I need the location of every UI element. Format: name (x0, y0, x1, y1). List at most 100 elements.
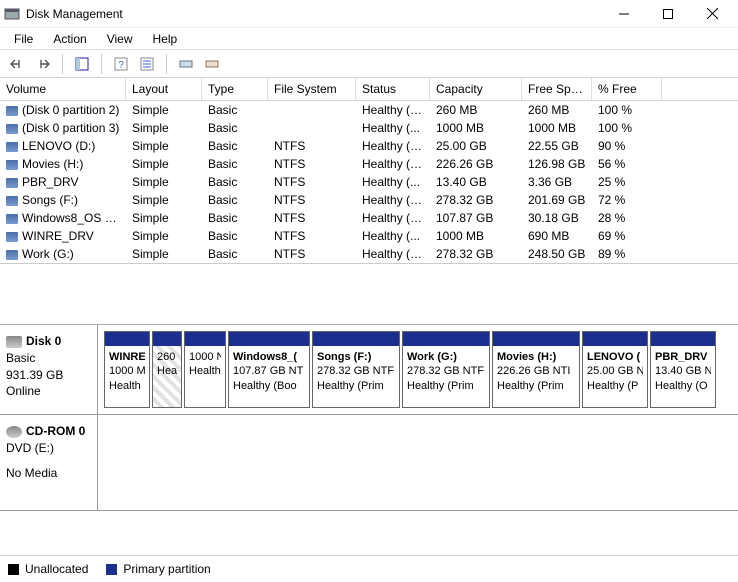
nav-back-button[interactable] (6, 53, 28, 75)
toolbar-action1-button[interactable] (175, 53, 197, 75)
volume-pfree: 89 % (592, 246, 662, 262)
svg-text:?: ? (118, 60, 124, 71)
legend-swatch-black (8, 564, 19, 575)
menu-view[interactable]: View (97, 30, 143, 48)
close-button[interactable] (690, 0, 734, 28)
toolbar-help-button[interactable]: ? (110, 53, 132, 75)
partition-size: 278.32 GB NTF (407, 364, 485, 378)
disk0-size: 931.39 GB (6, 367, 91, 384)
title-bar: Disk Management (0, 0, 738, 28)
col-type-header[interactable]: Type (202, 78, 268, 100)
partition-header (651, 332, 715, 346)
volume-layout: Simple (126, 102, 202, 118)
menu-action[interactable]: Action (43, 30, 96, 48)
col-volume-header[interactable]: Volume (0, 78, 126, 100)
volume-row[interactable]: Movies (H:)SimpleBasicNTFSHealthy (P...2… (0, 155, 738, 173)
volume-type: Basic (202, 156, 268, 172)
cdrom-row: CD-ROM 0 DVD (E:) No Media (0, 415, 738, 511)
partition-size: 278.32 GB NTF (317, 364, 395, 378)
legend-primary: Primary partition (106, 562, 210, 576)
window-title: Disk Management (26, 7, 602, 21)
partition-block[interactable]: Songs (F:)278.32 GB NTFHealthy (Prim (312, 331, 400, 408)
col-capacity-header[interactable]: Capacity (430, 78, 522, 100)
toolbar: ? (0, 50, 738, 78)
volume-name: Songs (F:) (22, 193, 78, 207)
partition-block[interactable]: 260 IHeal (152, 331, 182, 408)
menu-file[interactable]: File (4, 30, 43, 48)
partition-status: Healthy (Prim (317, 379, 395, 393)
volume-name: Windows8_OS (C:) (22, 211, 125, 225)
partition-block[interactable]: Work (G:)278.32 GB NTFHealthy (Prim (402, 331, 490, 408)
col-pfree-header[interactable]: % Free (592, 78, 662, 100)
disk0-label[interactable]: Disk 0 Basic 931.39 GB Online (0, 325, 98, 414)
partition-name: LENOVO ( (587, 350, 643, 364)
volume-status: Healthy (B... (356, 210, 430, 226)
volume-pfree: 100 % (592, 120, 662, 136)
partition-size: 260 I (157, 350, 177, 364)
volume-type: Basic (202, 192, 268, 208)
volume-fs: NTFS (268, 228, 356, 244)
volume-row[interactable]: (Disk 0 partition 2)SimpleBasicHealthy (… (0, 101, 738, 119)
volume-capacity: 13.40 GB (430, 174, 522, 190)
maximize-button[interactable] (646, 0, 690, 28)
col-fs-header[interactable]: File System (268, 78, 356, 100)
legend-primary-label: Primary partition (123, 562, 210, 576)
volume-row[interactable]: WINRE_DRVSimpleBasicNTFSHealthy (...1000… (0, 227, 738, 245)
volume-capacity: 278.32 GB (430, 246, 522, 262)
partition-block[interactable]: WINRE1000 MHealth (104, 331, 150, 408)
partition-status: Healthy (P (587, 379, 643, 393)
partition-header (493, 332, 579, 346)
volume-row[interactable]: Work (G:)SimpleBasicNTFSHealthy (P...278… (0, 245, 738, 263)
col-free-header[interactable]: Free Spa... (522, 78, 592, 100)
partition-name: Work (G:) (407, 350, 485, 364)
volume-free: 201.69 GB (522, 192, 592, 208)
partition-header (583, 332, 647, 346)
volume-row[interactable]: LENOVO (D:)SimpleBasicNTFSHealthy (P...2… (0, 137, 738, 155)
toolbar-settings-button[interactable] (136, 53, 158, 75)
minimize-button[interactable] (602, 0, 646, 28)
partition-block[interactable]: 1000 NHealth (184, 331, 226, 408)
volume-row[interactable]: PBR_DRVSimpleBasicNTFSHealthy (...13.40 … (0, 173, 738, 191)
volume-capacity: 226.26 GB (430, 156, 522, 172)
volume-name: PBR_DRV (22, 175, 78, 189)
partition-status: Healthy (Prim (407, 379, 485, 393)
menu-help[interactable]: Help (143, 30, 188, 48)
partition-size: 1000 N (189, 350, 221, 364)
volume-pfree: 90 % (592, 138, 662, 154)
toolbar-separator (62, 54, 63, 74)
volume-icon (6, 160, 18, 170)
disk0-type: Basic (6, 350, 91, 367)
partition-status: Health (189, 364, 221, 378)
cdrom-label[interactable]: CD-ROM 0 DVD (E:) No Media (0, 415, 98, 510)
toolbar-action2-button[interactable] (201, 53, 223, 75)
partition-block[interactable]: Windows8_(107.87 GB NTHealthy (Boo (228, 331, 310, 408)
volume-free: 126.98 GB (522, 156, 592, 172)
toolbar-layout-button[interactable] (71, 53, 93, 75)
volume-name: (Disk 0 partition 2) (22, 103, 119, 117)
volume-row[interactable]: Windows8_OS (C:)SimpleBasicNTFSHealthy (… (0, 209, 738, 227)
partition-header (105, 332, 149, 346)
volume-type: Basic (202, 246, 268, 262)
volume-fs: NTFS (268, 246, 356, 262)
partition-size: 107.87 GB NT (233, 364, 305, 378)
volume-pfree: 69 % (592, 228, 662, 244)
cdrom-area (98, 415, 738, 510)
volume-row[interactable]: (Disk 0 partition 3)SimpleBasicHealthy (… (0, 119, 738, 137)
volume-icon (6, 124, 18, 134)
volume-icon (6, 232, 18, 242)
volume-capacity: 107.87 GB (430, 210, 522, 226)
volume-layout: Simple (126, 174, 202, 190)
partition-block[interactable]: PBR_DRV13.40 GB NHealthy (O (650, 331, 716, 408)
nav-forward-button[interactable] (32, 53, 54, 75)
partition-block[interactable]: Movies (H:)226.26 GB NTIHealthy (Prim (492, 331, 580, 408)
volume-fs (268, 120, 356, 136)
volume-status: Healthy (... (356, 228, 430, 244)
volume-status: Healthy (E... (356, 102, 430, 118)
col-status-header[interactable]: Status (356, 78, 430, 100)
volume-layout: Simple (126, 192, 202, 208)
col-layout-header[interactable]: Layout (126, 78, 202, 100)
partition-block[interactable]: LENOVO (25.00 GB NHealthy (P (582, 331, 648, 408)
volume-type: Basic (202, 210, 268, 226)
volume-status: Healthy (... (356, 120, 430, 136)
volume-row[interactable]: Songs (F:)SimpleBasicNTFSHealthy (P...27… (0, 191, 738, 209)
